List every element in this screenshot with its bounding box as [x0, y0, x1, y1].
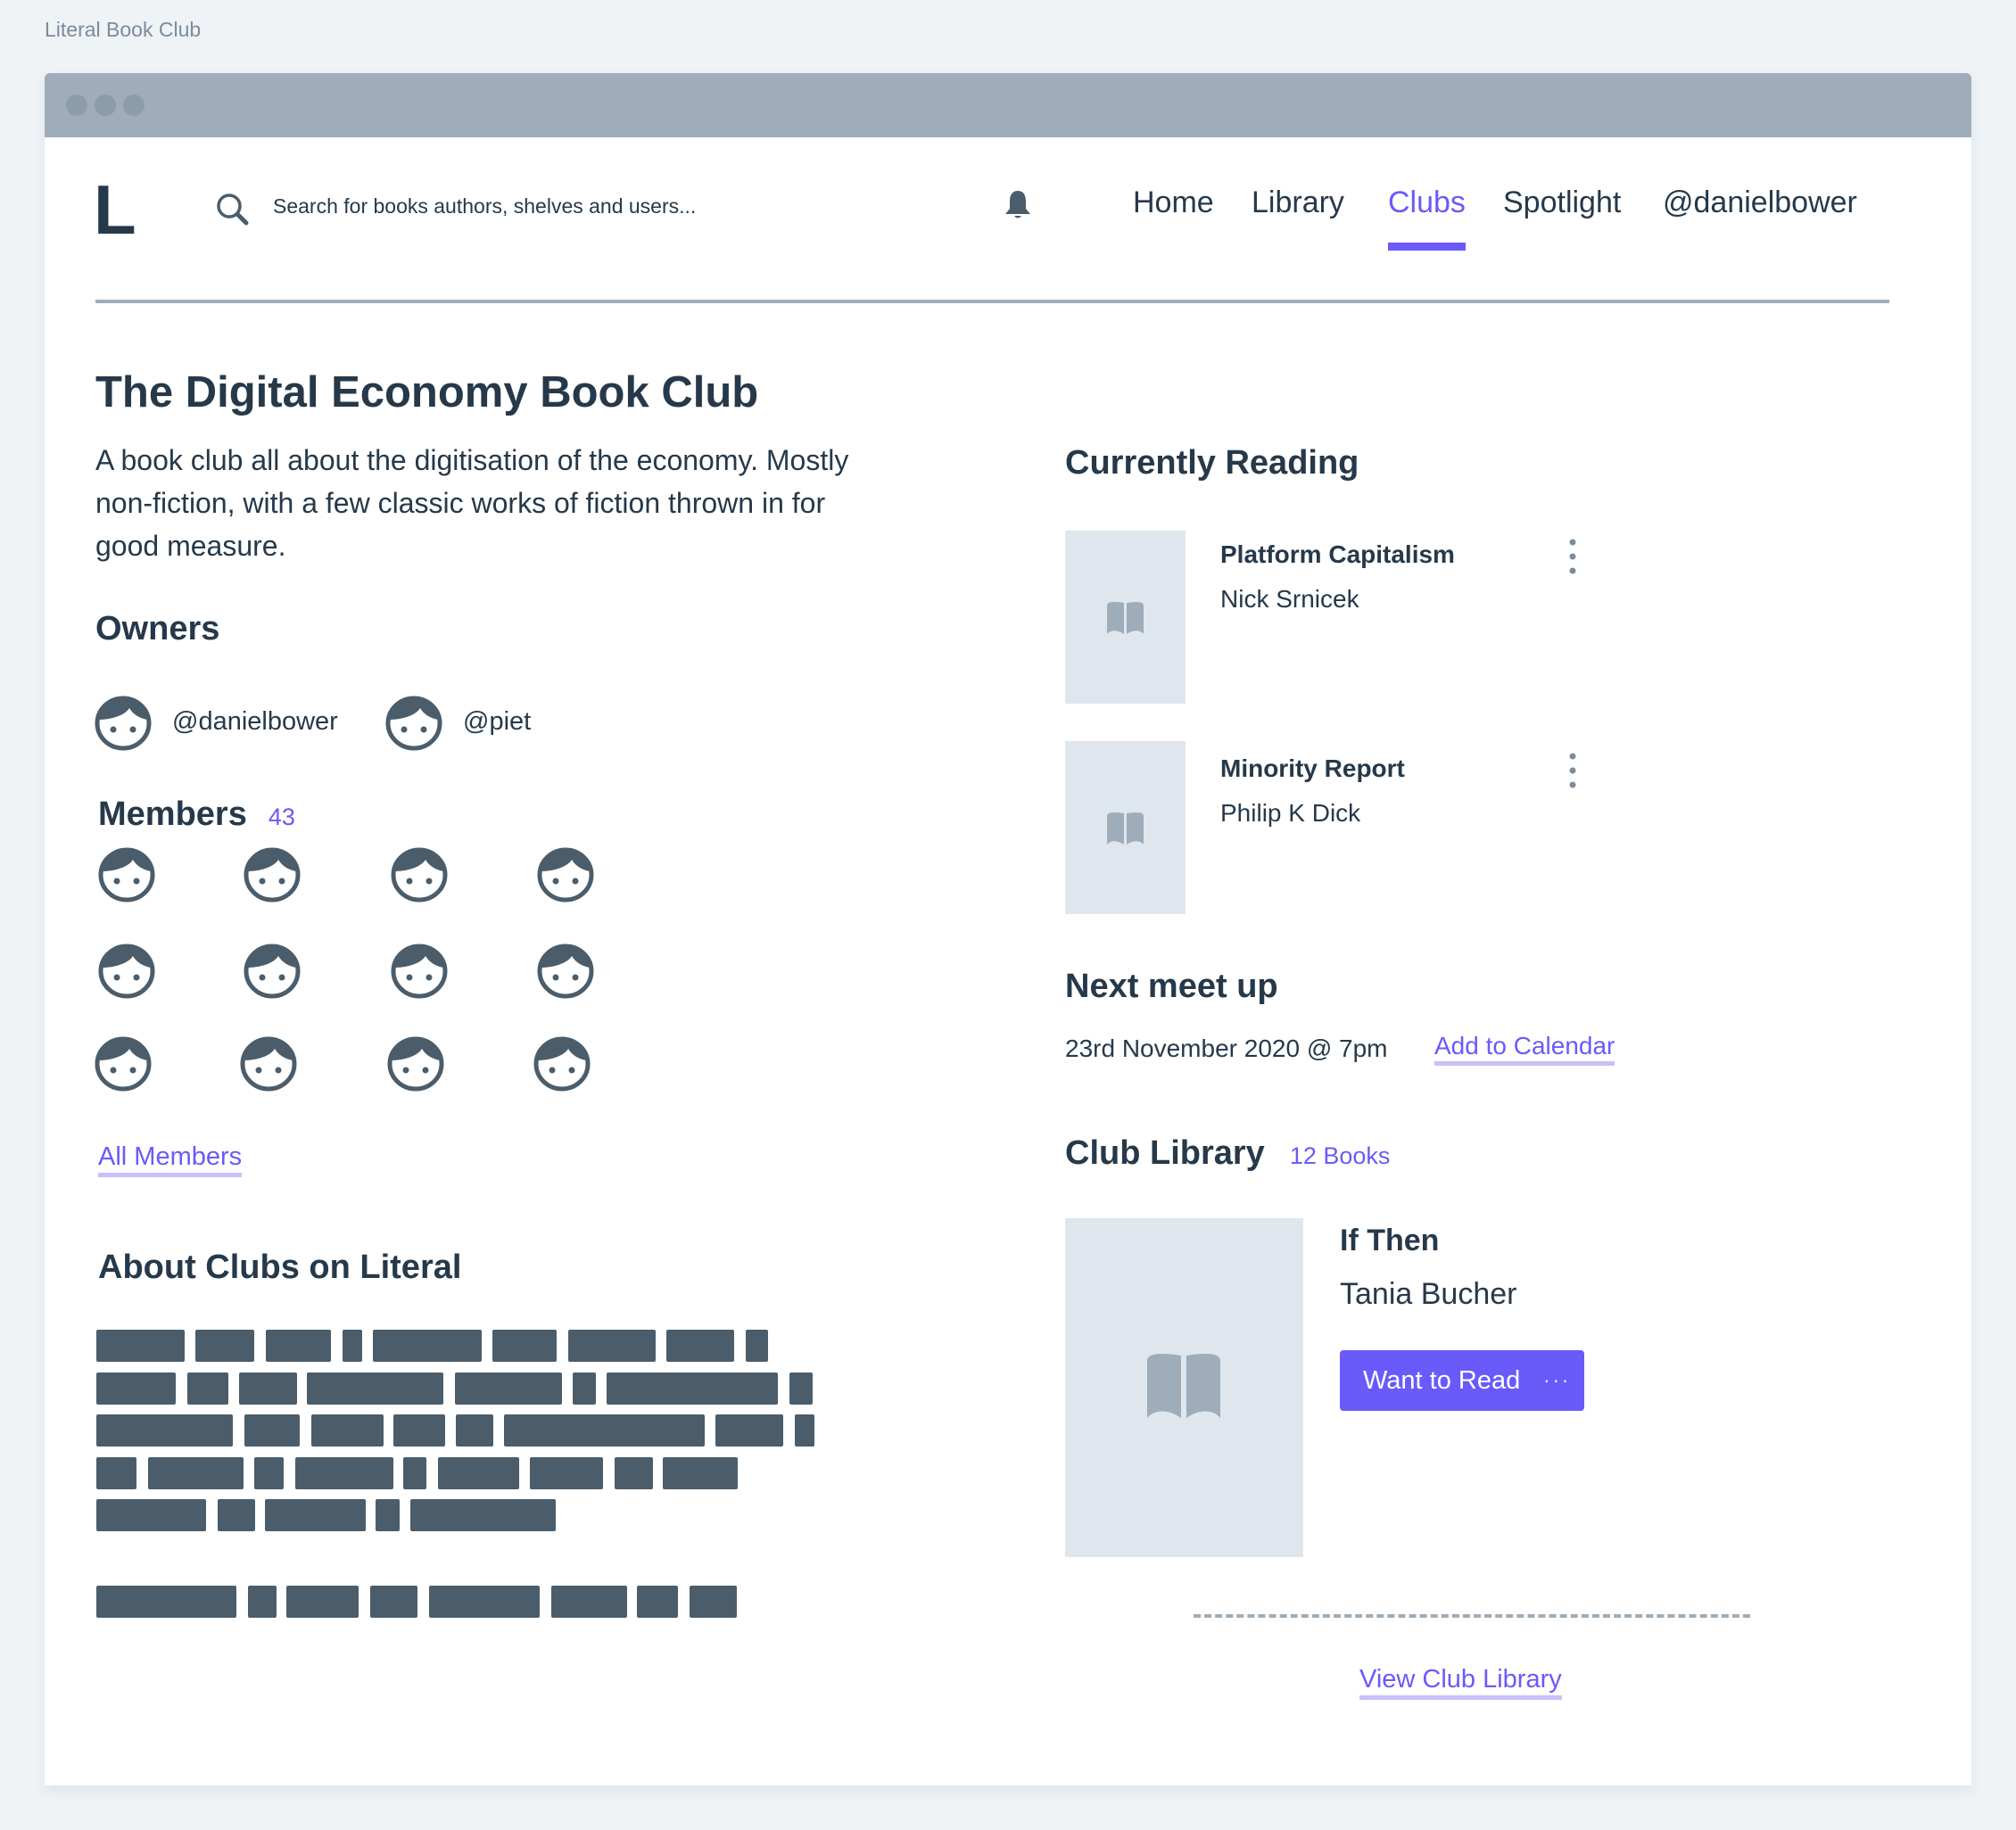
featured-book-cover[interactable] [1065, 1218, 1303, 1557]
member-avatar[interactable] [97, 940, 156, 999]
featured-book-title[interactable]: If Then [1340, 1224, 1439, 1258]
more-horizontal-icon[interactable]: ··· [1543, 1369, 1571, 1392]
member-avatar[interactable] [386, 1033, 445, 1092]
want-to-read-label: Want to Read [1363, 1365, 1521, 1395]
owners-heading: Owners [95, 610, 220, 647]
book-author: Nick Srnicek [1220, 585, 1359, 613]
search-icon[interactable] [214, 191, 252, 228]
nav-profile[interactable]: @danielbower [1663, 185, 1857, 221]
book-title[interactable]: Platform Capitalism [1220, 540, 1455, 569]
more-options-icon[interactable] [1564, 537, 1582, 576]
club-library-count[interactable]: 12 Books [1290, 1142, 1391, 1170]
owner-handle: @piet [463, 706, 532, 736]
owner-handle: @danielbower [172, 706, 338, 736]
nav-library[interactable]: Library [1252, 185, 1344, 221]
club-description: A book club all about the digitisation o… [95, 444, 849, 562]
next-meetup-heading: Next meet up [1065, 968, 1278, 1005]
club-title: The Digital Economy Book Club [95, 368, 759, 416]
currently-reading-heading: Currently Reading [1065, 444, 1359, 482]
logo[interactable]: L [94, 175, 136, 244]
about-heading: About Clubs on Literal [98, 1249, 462, 1286]
book-icon [1107, 602, 1144, 634]
view-club-library-link[interactable]: View Club Library [1359, 1665, 1562, 1700]
nav-clubs[interactable]: Clubs [1388, 185, 1466, 221]
add-to-calendar-link[interactable]: Add to Calendar [1434, 1032, 1615, 1066]
nav-spotlight[interactable]: Spotlight [1503, 185, 1621, 221]
search-input[interactable] [273, 194, 773, 218]
book-cover[interactable] [1065, 531, 1186, 704]
member-avatar[interactable] [533, 1033, 591, 1092]
owner-item[interactable]: @piet [384, 692, 531, 751]
member-avatar[interactable] [243, 940, 302, 999]
book-icon [1107, 812, 1144, 845]
want-to-read-button[interactable]: Want to Read ··· [1340, 1350, 1584, 1411]
member-avatar[interactable] [97, 844, 156, 903]
book-icon [1147, 1354, 1220, 1418]
members-heading: Members [98, 795, 247, 833]
app-caption: Literal Book Club [45, 18, 202, 41]
member-avatar[interactable] [239, 1033, 298, 1092]
nav-home[interactable]: Home [1133, 185, 1214, 221]
header-divider [95, 300, 1889, 303]
bell-icon[interactable] [1001, 187, 1035, 221]
member-avatar[interactable] [94, 1033, 153, 1092]
avatar-icon [385, 696, 442, 751]
book-title[interactable]: Minority Report [1220, 754, 1405, 783]
more-options-icon[interactable] [1564, 751, 1582, 790]
book-author: Philip K Dick [1220, 799, 1361, 827]
member-avatar[interactable] [390, 940, 449, 999]
member-avatar[interactable] [390, 844, 449, 903]
avatar-icon [95, 696, 152, 751]
browser-window: L Home Library Clubs Spotlight @danielbo… [45, 73, 1971, 1785]
member-avatar[interactable] [243, 844, 302, 903]
members-header: Members 43 [98, 795, 295, 834]
owner-item[interactable]: @danielbower [94, 692, 338, 751]
member-avatar[interactable] [536, 844, 595, 903]
active-nav-indicator [1388, 243, 1466, 251]
meetup-date: 23rd November 2020 @ 7pm [1065, 1035, 1388, 1062]
featured-book-author: Tania Bucher [1340, 1277, 1517, 1311]
club-library-heading: Club Library [1065, 1134, 1265, 1172]
dashed-divider [1194, 1614, 1750, 1618]
book-cover[interactable] [1065, 741, 1186, 914]
club-library-header: Club Library 12 Books [1065, 1134, 1390, 1173]
members-count: 43 [268, 804, 295, 830]
all-members-link[interactable]: All Members [98, 1142, 243, 1177]
member-avatar[interactable] [536, 940, 595, 999]
